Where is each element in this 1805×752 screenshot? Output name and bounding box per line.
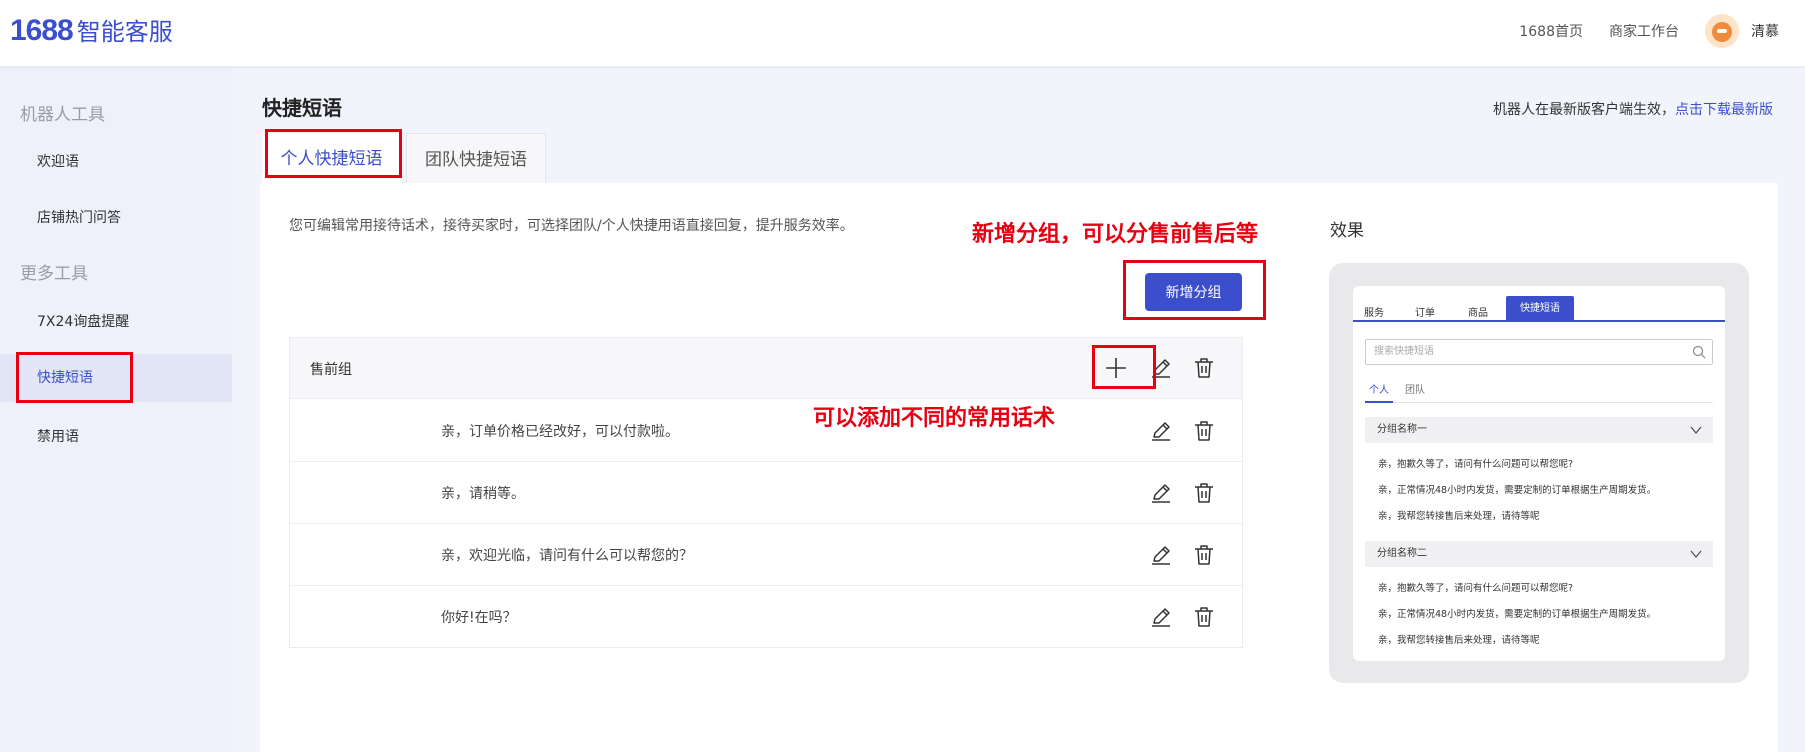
sidebar-group-robot-tools: 机器人工具 bbox=[20, 105, 105, 125]
edit-icon[interactable] bbox=[1148, 542, 1174, 568]
preview-group-name: 分组名称二 bbox=[1377, 548, 1427, 559]
delete-icon[interactable] bbox=[1191, 418, 1217, 444]
edit-icon[interactable] bbox=[1148, 480, 1174, 506]
table-row: 亲，订单价格已经改好，可以付款啦。 bbox=[290, 400, 1242, 462]
preview-tab-orders[interactable]: 订单 bbox=[1415, 304, 1435, 319]
table-row: 亲，欢迎光临，请问有什么可以帮您的？ bbox=[290, 524, 1242, 586]
sidebar-item-hot-qa[interactable]: 店铺热门问答 bbox=[0, 194, 232, 242]
delete-icon[interactable] bbox=[1191, 542, 1217, 568]
nav-link-workbench[interactable]: 商家工作台 bbox=[1609, 21, 1679, 41]
page-description: 您可编辑常用接待话术，接待买家时，可选择团队/个人快捷用语直接回复，提升服务效率… bbox=[289, 218, 854, 234]
phrase-text: 你好!在吗？ bbox=[441, 610, 517, 626]
download-link[interactable]: 点击下载最新版 bbox=[1675, 102, 1773, 118]
preview-tab-products[interactable]: 商品 bbox=[1468, 304, 1488, 319]
tab-team-phrases[interactable]: 团队快捷短语 bbox=[406, 133, 546, 183]
preview-phrase-item[interactable]: 亲，抱歉久等了，请问有什么问题可以帮您呢? bbox=[1378, 456, 1573, 470]
delete-icon[interactable] bbox=[1191, 604, 1217, 630]
preview-group-header[interactable]: 分组名称一 bbox=[1365, 417, 1713, 443]
preview-panel: 服务 订单 商品 快捷短语 搜索快捷短语 个人 团队 分组名称一 亲，抱歉久等了… bbox=[1353, 286, 1725, 661]
sidebar-item-inquiry-reminder[interactable]: 7X24询盘提醒 bbox=[0, 298, 232, 346]
table-row: 亲，请稍等。 bbox=[290, 462, 1242, 524]
preview-tab-quick-phrases[interactable]: 快捷短语 bbox=[1506, 296, 1574, 322]
chevron-down-icon bbox=[1690, 550, 1702, 559]
annotation-box-sidebar-item bbox=[16, 352, 133, 403]
preview-phrase-item[interactable]: 亲，正常情况48小时内发货，需要定制的订单根据生产周期发货。 bbox=[1378, 606, 1656, 620]
delete-group-icon[interactable] bbox=[1191, 355, 1217, 381]
edit-icon[interactable] bbox=[1148, 604, 1174, 630]
sidebar-item-banned-words[interactable]: 禁用语 bbox=[0, 413, 232, 461]
delete-icon[interactable] bbox=[1191, 480, 1217, 506]
sidebar-item-welcome[interactable]: 欢迎语 bbox=[0, 138, 232, 186]
header-nav: 1688首页 商家工作台 清慕 bbox=[1519, 14, 1779, 48]
preview-label: 效果 bbox=[1330, 221, 1364, 241]
chevron-down-icon bbox=[1690, 426, 1702, 435]
table-row: 你好!在吗？ bbox=[290, 586, 1242, 648]
nav-link-home[interactable]: 1688首页 bbox=[1519, 21, 1583, 41]
preview-tabs: 服务 订单 商品 快捷短语 bbox=[1353, 296, 1725, 322]
phrase-text: 亲，订单价格已经改好，可以付款啦。 bbox=[441, 424, 679, 440]
search-icon bbox=[1692, 345, 1706, 359]
logo-text: 智能客服 bbox=[76, 18, 173, 46]
annotation-box-personal-tab bbox=[265, 129, 402, 178]
group-name: 售前组 bbox=[310, 362, 352, 378]
preview-search-placeholder: 搜索快捷短语 bbox=[1374, 346, 1434, 357]
logo-number: 1688 bbox=[10, 14, 74, 47]
preview-subtab-team[interactable]: 团队 bbox=[1405, 381, 1425, 396]
sidebar-group-more-tools: 更多工具 bbox=[20, 264, 88, 284]
preview-phrase-item[interactable]: 亲，正常情况48小时内发货，需要定制的订单根据生产周期发货。 bbox=[1378, 482, 1656, 496]
phrase-text: 亲，请稍等。 bbox=[441, 486, 525, 502]
annotation-add-phrase-note: 可以添加不同的常用话术 bbox=[813, 406, 1056, 431]
phrase-text: 亲，欢迎光临，请问有什么可以帮您的？ bbox=[441, 548, 693, 564]
notice-text: 机器人在最新版客户端生效， bbox=[1493, 102, 1675, 118]
preview-phrase-item[interactable]: 亲，抱歉久等了，请问有什么问题可以帮您呢? bbox=[1378, 580, 1573, 594]
annotation-box-add-phrase bbox=[1092, 345, 1156, 389]
preview-group-header[interactable]: 分组名称二 bbox=[1365, 541, 1713, 567]
preview-subtabs: 个人 团队 bbox=[1365, 381, 1713, 403]
preview-subtab-personal[interactable]: 个人 bbox=[1365, 381, 1393, 403]
top-header: 1688 智能客服 1688首页 商家工作台 清慕 bbox=[0, 0, 1805, 66]
edit-icon[interactable] bbox=[1148, 418, 1174, 444]
page-title: 快捷短语 bbox=[262, 96, 342, 120]
annotation-box-add-group bbox=[1123, 260, 1266, 320]
annotation-add-group-note: 新增分组，可以分售前售后等 bbox=[972, 222, 1259, 247]
preview-search-input[interactable]: 搜索快捷短语 bbox=[1365, 339, 1713, 365]
client-notice: 机器人在最新版客户端生效，点击下载最新版 bbox=[1493, 99, 1773, 119]
preview-tab-service[interactable]: 服务 bbox=[1364, 304, 1384, 319]
avatar[interactable] bbox=[1705, 14, 1739, 48]
preview-group-name: 分组名称一 bbox=[1377, 424, 1427, 435]
logo[interactable]: 1688 智能客服 bbox=[10, 12, 173, 48]
preview-phrase-item[interactable]: 亲，我帮您转接售后来处理，请待等呢 bbox=[1378, 508, 1540, 522]
preview-phrase-item[interactable]: 亲，我帮您转接售后来处理，请待等呢 bbox=[1378, 632, 1540, 646]
user-name[interactable]: 清慕 bbox=[1751, 21, 1779, 41]
